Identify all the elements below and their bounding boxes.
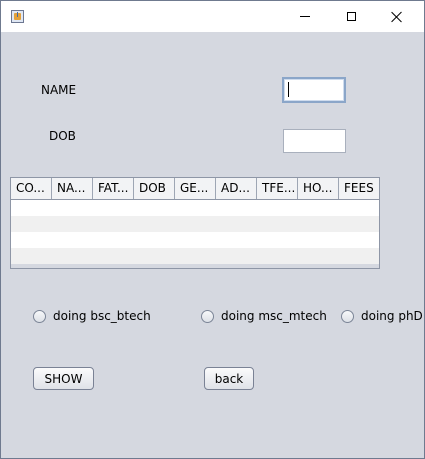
table-row[interactable] [11,200,379,216]
table-row[interactable] [11,232,379,248]
radio-label: doing phD [361,309,423,323]
form-panel: NAME DOB CO... NA... FAT... DOB GE... AD… [1,32,424,458]
students-table[interactable]: CO... NA... FAT... DOB GE... AD... TFE..… [10,177,380,269]
column-header[interactable]: HO... [298,178,339,199]
table-body[interactable] [11,200,379,264]
table-row[interactable] [11,216,379,232]
minimize-button[interactable] [282,1,328,32]
column-header[interactable]: AD... [216,178,257,199]
column-header[interactable]: TFE... [257,178,298,199]
radio-phd[interactable]: doing phD [341,309,423,323]
app-window: NAME DOB CO... NA... FAT... DOB GE... AD… [0,0,425,459]
name-field[interactable] [282,77,346,103]
minimize-icon [300,16,310,17]
column-header[interactable]: FAT... [93,178,134,199]
close-button[interactable] [374,1,420,32]
table-row[interactable] [11,248,379,264]
radio-icon [201,309,214,323]
radio-bsc-btech[interactable]: doing bsc_btech [33,309,151,323]
table-header: CO... NA... FAT... DOB GE... AD... TFE..… [11,178,379,200]
column-header[interactable]: CO... [11,178,52,199]
maximize-button[interactable] [328,1,374,32]
column-header[interactable]: DOB [134,178,175,199]
column-header[interactable]: NA... [52,178,93,199]
name-label: NAME [41,83,77,97]
java-app-icon[interactable] [11,10,24,23]
dob-field[interactable] [283,129,346,153]
column-header[interactable]: GE... [175,178,216,199]
radio-icon [33,309,46,323]
dob-label: DOB [49,129,76,143]
radio-label: doing bsc_btech [53,309,151,323]
radio-msc-mtech[interactable]: doing msc_mtech [201,309,327,323]
radio-icon [341,309,354,323]
maximize-icon [346,12,356,21]
text-caret [288,82,289,97]
show-button[interactable]: SHOW [33,367,94,390]
title-bar [1,1,424,32]
back-button[interactable]: back [204,367,254,390]
close-icon [391,11,403,23]
column-header[interactable]: FEES [339,178,379,199]
radio-label: doing msc_mtech [221,309,327,323]
